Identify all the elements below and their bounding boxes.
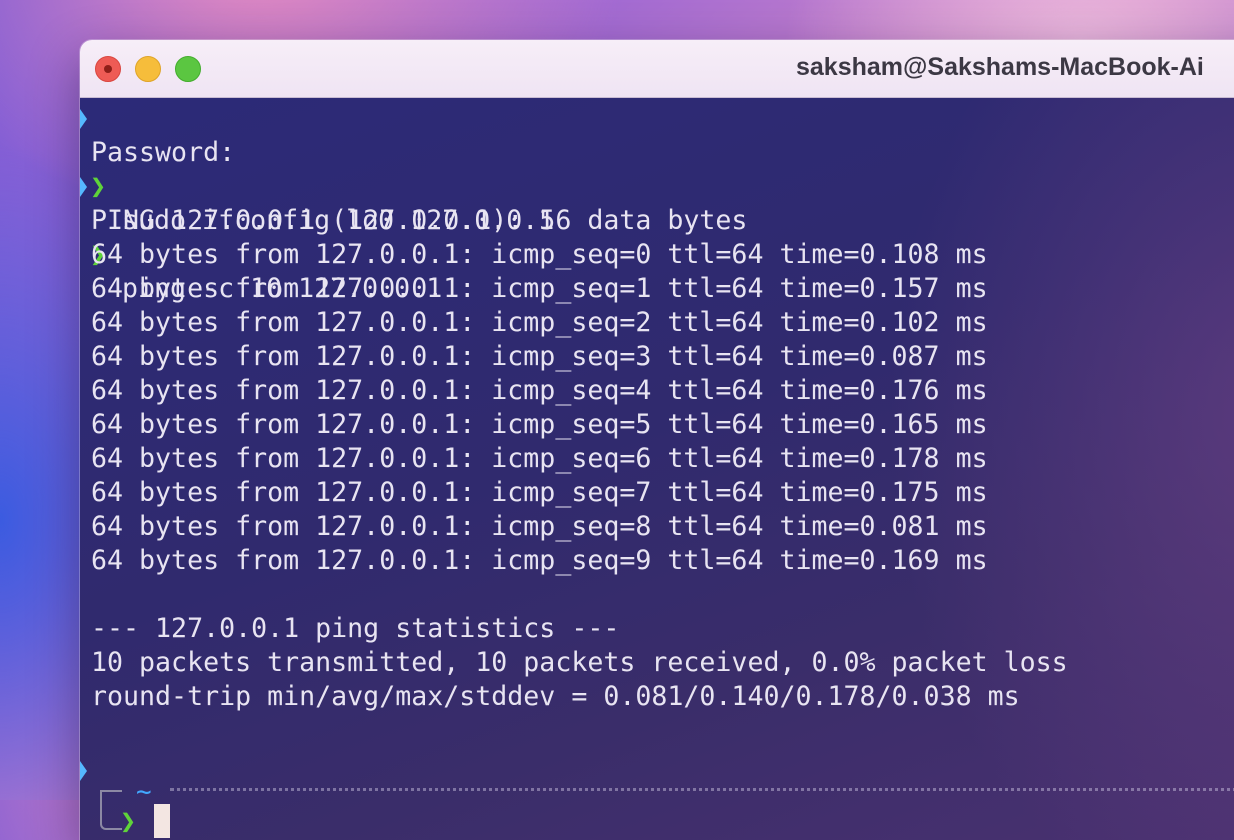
prompt-separator <box>170 788 1234 791</box>
terminal-output[interactable]: ❯ sudo ifconfig lo0 127.0.0.1 Password: … <box>80 98 1234 840</box>
prompt-chevron-icon: ❯ <box>120 806 137 837</box>
stats-round-trip: round-trip min/avg/max/stddev = 0.081/0.… <box>91 681 1020 712</box>
minimize-button[interactable] <box>135 56 161 82</box>
ping-reply-line: 64 bytes from 127.0.0.1: icmp_seq=2 ttl=… <box>91 307 988 338</box>
prompt-marker-icon <box>80 761 90 783</box>
ping-reply-line: 64 bytes from 127.0.0.1: icmp_seq=9 ttl=… <box>91 545 988 576</box>
ping-reply-line: 64 bytes from 127.0.0.1: icmp_seq=0 ttl=… <box>91 239 988 270</box>
stats-summary: 10 packets transmitted, 10 packets recei… <box>91 647 1068 678</box>
ping-reply-line: 64 bytes from 127.0.0.1: icmp_seq=1 ttl=… <box>91 273 988 304</box>
command-line: ❯ ping -c 10 127.0.0.1 <box>80 170 1180 304</box>
command-line: ❯ sudo ifconfig lo0 127.0.0.1 <box>80 102 1180 236</box>
close-button[interactable] <box>95 56 121 82</box>
ping-reply-line: 64 bytes from 127.0.0.1: icmp_seq=4 ttl=… <box>91 375 988 406</box>
prompt-marker-icon <box>80 109 90 131</box>
current-directory: ~ <box>136 777 152 807</box>
terminal-window: saksham@Sakshams-MacBook-Ai ❯ sudo ifcon… <box>80 40 1234 840</box>
window-title: saksham@Sakshams-MacBook-Ai <box>796 53 1204 81</box>
ping-header: PING 127.0.0.1 (127.0.0.1): 56 data byte… <box>91 205 748 236</box>
zoom-button[interactable] <box>175 56 201 82</box>
password-prompt: Password: <box>91 137 236 168</box>
ping-reply-line: 64 bytes from 127.0.0.1: icmp_seq=7 ttl=… <box>91 477 988 508</box>
text-cursor[interactable] <box>154 804 170 838</box>
title-bar[interactable]: saksham@Sakshams-MacBook-Ai <box>80 40 1234 98</box>
ping-reply-line: 64 bytes from 127.0.0.1: icmp_seq=6 ttl=… <box>91 443 988 474</box>
prompt-connector-icon <box>100 790 122 830</box>
ping-reply-line: 64 bytes from 127.0.0.1: icmp_seq=3 ttl=… <box>91 341 988 372</box>
prompt-marker-icon <box>80 177 90 199</box>
ping-reply-line: 64 bytes from 127.0.0.1: icmp_seq=8 ttl=… <box>91 511 988 542</box>
stats-header: --- 127.0.0.1 ping statistics --- <box>91 613 620 644</box>
ping-reply-line: 64 bytes from 127.0.0.1: icmp_seq=5 ttl=… <box>91 409 988 440</box>
